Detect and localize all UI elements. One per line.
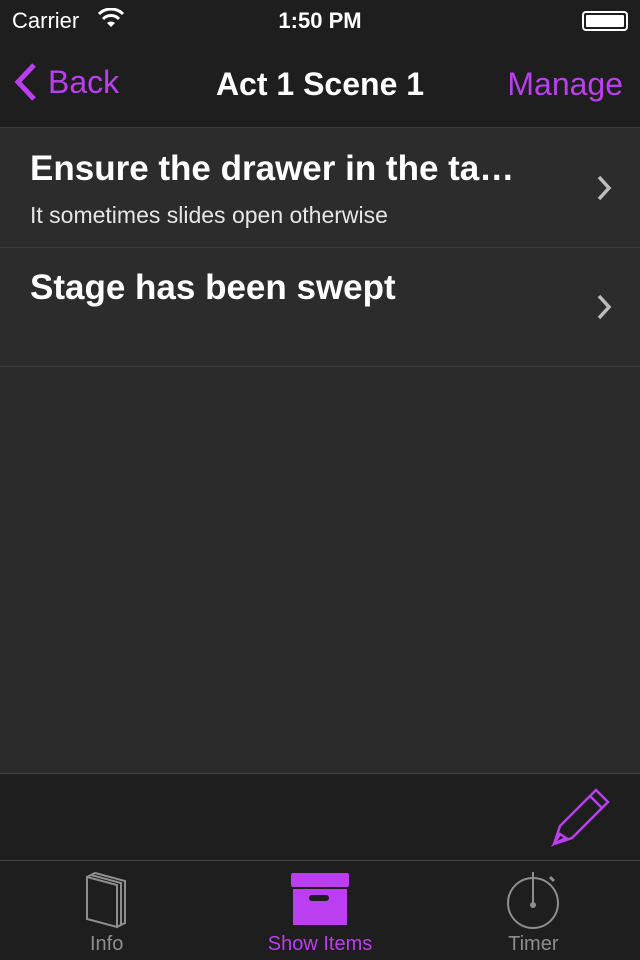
chevron-right-icon xyxy=(597,175,612,201)
list-item[interactable]: Ensure the drawer in the ta… It sometime… xyxy=(0,129,640,248)
tab-timer[interactable]: Timer xyxy=(427,861,640,960)
item-title: Stage has been swept xyxy=(30,268,396,307)
book-icon xyxy=(85,871,126,929)
status-bar: Carrier 1:50 PM xyxy=(0,0,640,40)
list-item[interactable]: Stage has been swept xyxy=(0,248,640,367)
battery-icon xyxy=(582,11,628,31)
navigation-bar: Back Act 1 Scene 1 Manage xyxy=(0,40,640,128)
show-items-list: Ensure the drawer in the ta… It sometime… xyxy=(0,129,640,367)
box-icon xyxy=(290,873,349,925)
tab-label: Info xyxy=(89,933,124,955)
toolbar xyxy=(0,773,640,861)
tab-show-items[interactable]: Show Items xyxy=(213,861,426,960)
manage-button[interactable]: Manage xyxy=(507,66,623,103)
tab-label: Show Items xyxy=(267,933,373,955)
item-subtitle: It sometimes slides open otherwise xyxy=(30,202,388,228)
tab-info[interactable]: Info xyxy=(0,861,213,960)
tab-bar: Info Show Items Timer xyxy=(0,861,640,960)
item-title: Ensure the drawer in the ta… xyxy=(30,149,515,188)
pencil-icon[interactable] xyxy=(550,788,610,848)
status-time: 1:50 PM xyxy=(278,8,362,33)
stopwatch-icon xyxy=(507,872,560,929)
chevron-right-icon xyxy=(597,294,612,320)
tab-label: Timer xyxy=(508,933,559,955)
